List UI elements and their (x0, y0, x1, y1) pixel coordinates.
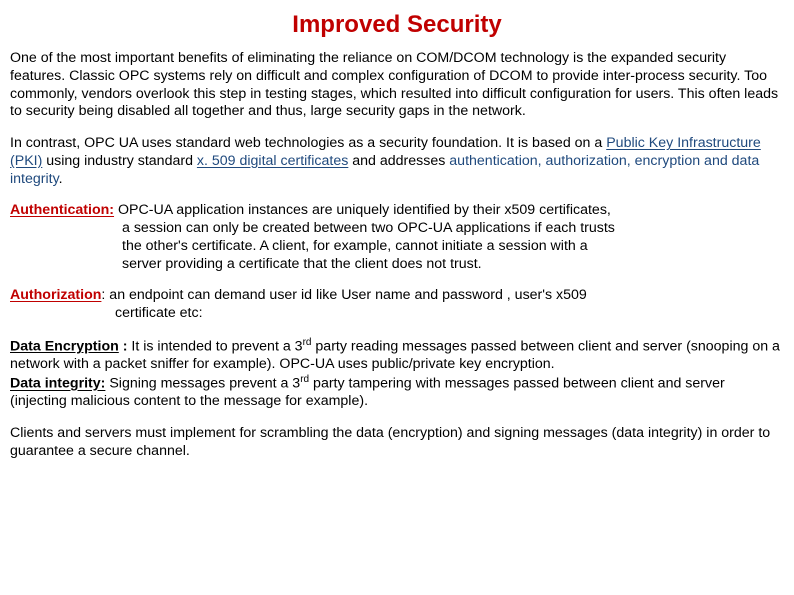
label-data-encryption: Data Encryption (10, 338, 119, 354)
text: Signing messages prevent a 3 (105, 376, 300, 392)
superscript: rd (300, 374, 309, 385)
section-encryption-integrity: Data Encryption : It is intended to prev… (10, 337, 784, 411)
text: It is intended to prevent a 3 (131, 338, 302, 354)
text: OPC-UA application instances are uniquel… (114, 202, 611, 218)
line: a session can only be created between tw… (10, 220, 784, 238)
line: server providing a certificate that the … (10, 256, 784, 274)
label-data-integrity: Data integrity: (10, 376, 105, 392)
term-x509: x. 509 digital certificates (197, 153, 348, 169)
line: Authentication: OPC-UA application insta… (10, 202, 784, 220)
label-authorization: Authorization (10, 287, 101, 303)
text: In contrast, OPC UA uses standard web te… (10, 135, 606, 151)
paragraph-intro: One of the most important benefits of el… (10, 50, 784, 121)
section-authorization: Authorization: an endpoint can demand us… (10, 287, 784, 323)
paragraph-foundation: In contrast, OPC UA uses standard web te… (10, 135, 784, 188)
text: : (119, 338, 132, 354)
line: Authorization: an endpoint can demand us… (10, 287, 784, 305)
text: : an endpoint can demand user id like Us… (101, 287, 586, 303)
label-authentication: Authentication: (10, 202, 114, 218)
line: certificate etc: (10, 305, 784, 323)
section-authentication: Authentication: OPC-UA application insta… (10, 202, 784, 273)
paragraph-conclusion: Clients and servers must implement for s… (10, 425, 784, 461)
page-title: Improved Security (170, 10, 624, 40)
text: using industry standard (42, 153, 197, 169)
line: the other's certificate. A client, for e… (10, 238, 784, 256)
text: . (59, 171, 63, 187)
text: and addresses (348, 153, 449, 169)
